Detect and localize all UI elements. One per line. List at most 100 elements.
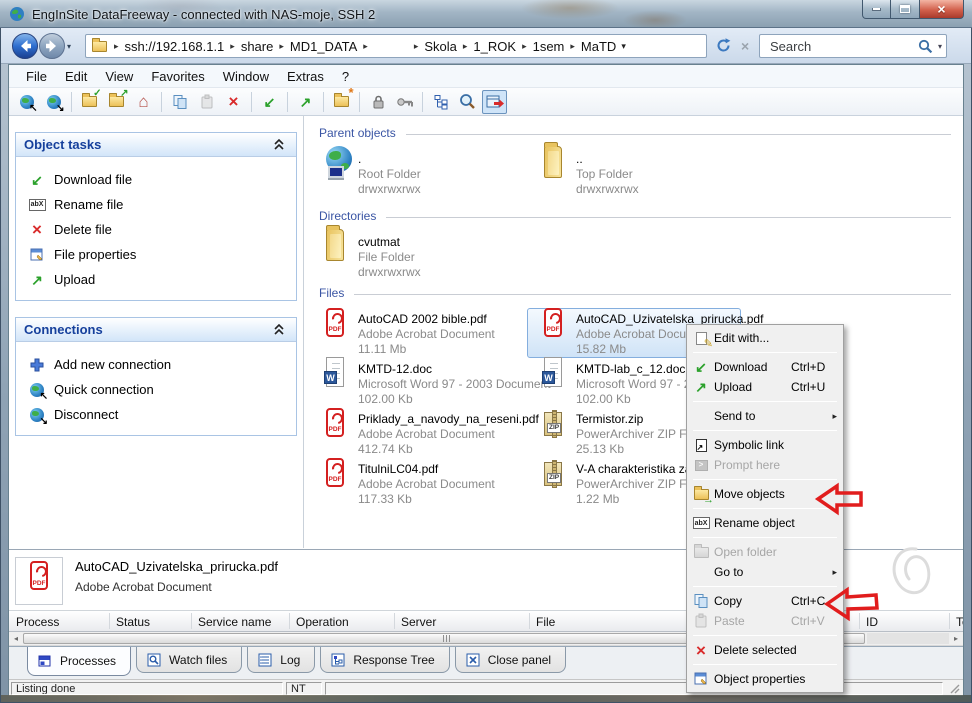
menu-extras[interactable]: Extras <box>278 69 333 84</box>
toolbar-key-button[interactable] <box>392 90 417 114</box>
context-menu-item-download[interactable]: ↙DownloadCtrl+D <box>687 357 843 377</box>
minimize-button[interactable] <box>862 0 891 19</box>
forward-button[interactable] <box>38 32 66 60</box>
sidebar-item-rename-file[interactable]: abXRename file <box>16 192 296 217</box>
toolbar-tree-button[interactable] <box>428 90 453 114</box>
menu-view[interactable]: View <box>96 69 142 84</box>
chevron-up-icon[interactable] <box>270 321 288 339</box>
breadcrumb-separator-icon[interactable]: ▸ <box>108 41 125 52</box>
menu-[interactable]: ? <box>333 69 358 84</box>
toolbar-new-folder-button[interactable]: * <box>329 90 354 114</box>
toolbar-lock-button[interactable] <box>365 90 390 114</box>
column-header-process[interactable]: Process <box>16 611 59 632</box>
breadcrumb-separator-icon[interactable]: ▸ <box>357 41 374 52</box>
context-menu-item-delete-selected[interactable]: ×Delete selected <box>687 640 843 660</box>
breadcrumb-segment-matd[interactable]: MaTD <box>581 39 616 54</box>
column-header-file[interactable]: File <box>536 611 555 632</box>
file-item-[interactable]: .Root Folderdrwxrwxrwx <box>309 148 523 204</box>
toolbar-folder-check-button[interactable]: ✓ <box>77 90 102 114</box>
sidebar-item-add-new-connection[interactable]: Add new connection <box>16 352 296 377</box>
breadcrumb-dropdown-icon[interactable]: ▾ <box>616 41 631 52</box>
context-menu-item-go-to[interactable]: Go to▸ <box>687 562 843 582</box>
sidebar-item-upload[interactable]: ↗Upload <box>16 267 296 292</box>
context-menu-item-edit-with[interactable]: ✎Edit with... <box>687 328 843 348</box>
history-dropdown-icon[interactable]: ▾ <box>67 42 71 51</box>
back-button[interactable] <box>11 32 39 60</box>
toolbar-disconnect-button[interactable]: ↘ <box>41 90 66 114</box>
file-item-titulnilc04-pdf[interactable]: PDFTitulniLC04.pdfAdobe Acrobat Document… <box>309 458 523 508</box>
close-button[interactable]: × <box>919 0 964 19</box>
context-menu-item-object-properties[interactable]: Object properties <box>687 669 843 689</box>
column-header-status[interactable]: Status <box>116 611 150 632</box>
context-menu-item-symbolic-link[interactable]: ↗Symbolic link <box>687 435 843 455</box>
toolbar-delete-button[interactable]: × <box>221 90 246 114</box>
context-menu-item-send-to[interactable]: Send to▸ <box>687 406 843 426</box>
column-header-server[interactable]: Server <box>401 611 436 632</box>
breadcrumb-separator-icon[interactable]: ▸ <box>564 41 581 52</box>
toolbar-connect-button[interactable]: ↖ <box>14 90 39 114</box>
toolbar-upload-button[interactable]: ↗ <box>293 90 318 114</box>
toolbar-folder-send-button[interactable]: ↗ <box>104 90 129 114</box>
sidebar-item-disconnect[interactable]: ↘Disconnect <box>16 402 296 427</box>
search-box[interactable]: ▾ <box>759 34 947 58</box>
breadcrumb-segment-1[interactable]: .1 <box>213 39 224 54</box>
menu-file[interactable]: File <box>17 69 56 84</box>
scrollbar-track[interactable] <box>867 633 949 644</box>
clear-address-icon[interactable]: × <box>741 39 749 53</box>
column-header-id[interactable]: ID <box>866 611 878 632</box>
scroll-left-icon[interactable]: ◂ <box>9 632 23 645</box>
panel-header-object-tasks[interactable]: Object tasks <box>16 133 296 157</box>
file-item-kmtd-12-doc[interactable]: WKMTD-12.docMicrosoft Word 97 - 2003 Doc… <box>309 358 523 408</box>
column-header-operation[interactable]: Operation <box>296 611 349 632</box>
menu-edit[interactable]: Edit <box>56 69 96 84</box>
breadcrumb[interactable]: ▸ssh://192.168.1.1▸share▸MD1_DATA▸▸Skola… <box>85 34 707 58</box>
refresh-icon[interactable] <box>715 37 732 59</box>
breadcrumb-separator-icon[interactable]: ▸ <box>408 41 425 52</box>
toolbar-search-button[interactable] <box>455 90 480 114</box>
breadcrumb-segment-1-rok[interactable]: 1_ROK <box>473 39 516 54</box>
file-item-autocad-2002-bible-pdf[interactable]: PDFAutoCAD 2002 bible.pdfAdobe Acrobat D… <box>309 308 523 358</box>
panel-header-connections[interactable]: Connections <box>16 318 296 342</box>
column-header-to[interactable]: To <box>956 611 963 632</box>
breadcrumb-separator-icon[interactable]: ▸ <box>457 41 474 52</box>
chevron-up-icon[interactable] <box>270 136 288 154</box>
breadcrumb-separator-icon[interactable]: ▸ <box>516 41 533 52</box>
menu-window[interactable]: Window <box>214 69 278 84</box>
search-input[interactable] <box>768 38 917 55</box>
column-header-service-name[interactable]: Service name <box>198 611 271 632</box>
tab-close-panel[interactable]: Close panel <box>455 647 566 673</box>
sidebar-item-delete-file[interactable]: ×Delete file <box>16 217 296 242</box>
search-dropdown-icon[interactable]: ▾ <box>938 42 942 51</box>
toolbar-home-button[interactable]: ⌂ <box>131 90 156 114</box>
sidebar-item-download-file[interactable]: ↙Download file <box>16 167 296 192</box>
scroll-right-icon[interactable]: ▸ <box>949 632 963 645</box>
maximize-button[interactable] <box>891 0 919 19</box>
file-item-priklady-a-navody-na-reseni-pdf[interactable]: PDFPriklady_a_navody_na_reseni.pdfAdobe … <box>309 408 523 458</box>
file-item-[interactable]: ..Top Folderdrwxrwxrwx <box>527 148 741 204</box>
tab-response-tree[interactable]: Response Tree <box>320 647 449 673</box>
tab-log[interactable]: Log <box>247 647 315 673</box>
breadcrumb-segment-ssh-192-168-1[interactable]: ssh://192.168.1 <box>125 39 214 54</box>
menu-favorites[interactable]: Favorites <box>142 69 213 84</box>
search-icon[interactable] <box>917 37 935 55</box>
sidebar-item-file-properties[interactable]: File properties <box>16 242 296 267</box>
sidebar-item-quick-connection[interactable]: ↖Quick connection <box>16 377 296 402</box>
breadcrumb-segment-share[interactable]: share <box>241 39 274 54</box>
breadcrumb-separator-icon[interactable]: ▸ <box>273 41 290 52</box>
breadcrumb-segment-skola[interactable]: Skola <box>424 39 457 54</box>
toolbar-paste-button[interactable] <box>194 90 219 114</box>
file-item-cvutmat[interactable]: cvutmatFile Folderdrwxrwxrwx <box>309 231 523 281</box>
breadcrumb-separator-icon[interactable]: ▸ <box>224 41 241 52</box>
tab-watch-files[interactable]: Watch files <box>136 647 242 673</box>
context-menu-item-copy[interactable]: CopyCtrl+C <box>687 591 843 611</box>
breadcrumb-segment-md1-data[interactable]: MD1_DATA <box>290 39 357 54</box>
context-menu-item-upload[interactable]: ↗UploadCtrl+U <box>687 377 843 397</box>
context-menu-item-move-objects[interactable]: →Move objects <box>687 484 843 504</box>
context-menu-item-rename-object[interactable]: abXRename object <box>687 513 843 533</box>
resize-grip[interactable] <box>949 683 961 695</box>
tab-processes[interactable]: Processes <box>27 647 131 676</box>
toolbar-copy-button[interactable] <box>167 90 192 114</box>
toolbar-panel-button[interactable] <box>482 90 507 114</box>
breadcrumb-segment-1sem[interactable]: 1sem <box>533 39 565 54</box>
toolbar-download-button[interactable]: ↙ <box>257 90 282 114</box>
